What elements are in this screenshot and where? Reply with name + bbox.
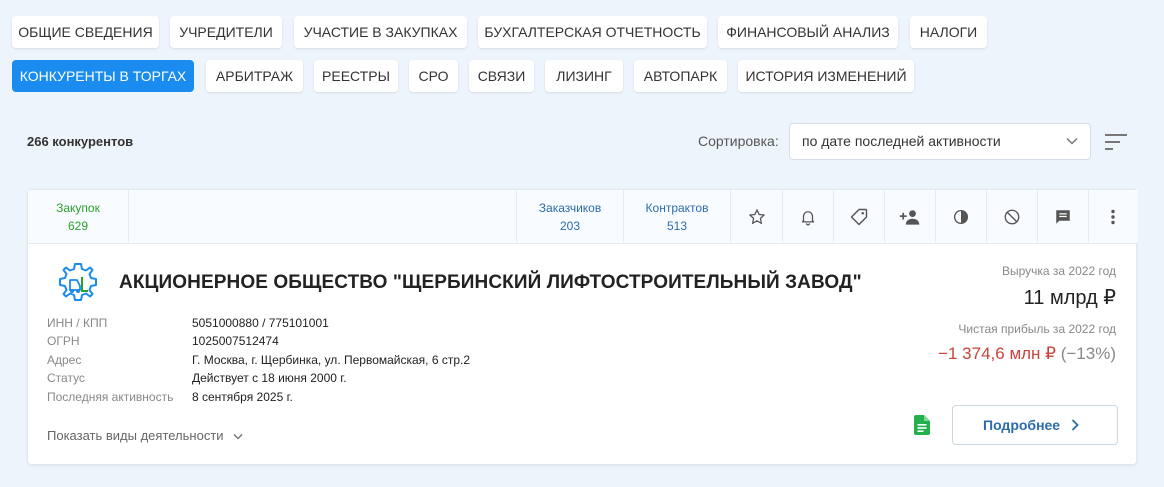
bell-icon xyxy=(801,210,814,225)
block-icon xyxy=(1004,209,1019,224)
tab-financial-analysis[interactable]: ФИНАНСОВЫЙ АНАЛИЗ xyxy=(718,16,898,48)
stat-contracts[interactable]: Контрактов 513 xyxy=(624,190,730,243)
tag-button[interactable] xyxy=(833,190,884,243)
chevron-right-icon xyxy=(1071,419,1079,431)
sort-icon[interactable] xyxy=(1104,132,1128,152)
stat-purchases[interactable]: Закупок 629 xyxy=(28,190,128,243)
divider xyxy=(128,190,129,243)
chevron-down-icon xyxy=(1066,137,1078,145)
tab-taxes[interactable]: НАЛОГИ xyxy=(910,16,987,48)
comment-button[interactable] xyxy=(1037,190,1088,243)
profit-value: −1 374,6 млн ₽ (−13%) xyxy=(938,344,1116,364)
card-header: Закупок 629 Заказчиков 203 Контрактов 51… xyxy=(28,190,1138,244)
document-icon[interactable] xyxy=(914,415,930,435)
detail-value: 8 сентября 2025 г. xyxy=(192,390,293,404)
sort-select[interactable]: по дате последней активности xyxy=(789,123,1091,160)
stat-customers-value: 203 xyxy=(559,219,581,233)
star-icon xyxy=(748,208,765,224)
tab-sro[interactable]: СРО xyxy=(409,60,458,92)
profit-amount: −1 374,6 млн ₽ xyxy=(938,344,1056,363)
tab-arbitration[interactable]: АРБИТРАЖ xyxy=(206,60,303,92)
tab-competitors[interactable]: КОНКУРЕНТЫ В ТОРГАХ xyxy=(12,60,194,92)
detail-value: 1025007512474 xyxy=(192,334,279,348)
more-actions-button[interactable] xyxy=(1088,190,1138,243)
tab-change-history[interactable]: ИСТОРИЯ ИЗМЕНЕНИЙ xyxy=(738,60,914,92)
detail-key: ОГРН xyxy=(47,334,80,348)
add-person-button[interactable] xyxy=(884,190,935,243)
block-button[interactable] xyxy=(986,190,1037,243)
show-activities-label: Показать виды деятельности xyxy=(47,428,224,443)
tab-fleet[interactable]: АВТОПАРК xyxy=(634,60,727,92)
contrast-button[interactable] xyxy=(935,190,986,243)
comment-icon xyxy=(1055,209,1070,224)
sort-label: Сортировка: xyxy=(698,133,779,149)
more-vertical-icon xyxy=(1111,209,1115,224)
stat-customers[interactable]: Заказчиков 203 xyxy=(517,190,623,243)
details-button[interactable]: Подробнее xyxy=(952,405,1118,445)
stat-contracts-label: Контрактов xyxy=(645,201,709,215)
show-activities-toggle[interactable]: Показать виды деятельности xyxy=(47,428,243,443)
profit-label: Чистая прибыль за 2022 год xyxy=(958,322,1116,336)
favorite-button[interactable] xyxy=(731,190,782,243)
detail-value: 5051000880 / 775101001 xyxy=(192,316,329,330)
competitor-card: Закупок 629 Заказчиков 203 Контрактов 51… xyxy=(27,189,1138,465)
tab-founders[interactable]: УЧРЕДИТЕЛИ xyxy=(170,16,282,48)
tab-registries[interactable]: РЕЕСТРЫ xyxy=(314,60,398,92)
revenue-label: Выручка за 2022 год xyxy=(1001,264,1116,278)
chevron-down-icon xyxy=(233,434,243,440)
sort-value: по дате последней активности xyxy=(802,133,1001,149)
competitors-count: 266 конкурентов xyxy=(27,134,134,149)
company-logo-icon xyxy=(59,263,97,301)
stat-customers-label: Заказчиков xyxy=(538,201,602,215)
tab-leasing[interactable]: ЛИЗИНГ xyxy=(545,60,623,92)
profit-percent: (−13%) xyxy=(1060,344,1116,363)
stat-purchases-value: 629 xyxy=(67,219,89,233)
detail-key: Адрес xyxy=(47,353,82,367)
tab-procurement[interactable]: УЧАСТИЕ В ЗАКУПКАХ xyxy=(294,16,467,48)
tab-accounting[interactable]: БУХГАЛТЕРСКАЯ ОТЧЕТНОСТЬ xyxy=(478,16,707,48)
detail-value: Действует с 18 июня 2000 г. xyxy=(192,371,347,385)
detail-key: Последняя активность xyxy=(47,390,174,404)
detail-value: Г. Москва, г. Щербинка, ул. Первомайская… xyxy=(192,353,471,367)
contrast-icon xyxy=(953,209,968,224)
detail-key: ИНН / КПП xyxy=(47,316,108,330)
tag-icon xyxy=(850,208,867,225)
notify-button[interactable] xyxy=(782,190,833,243)
stat-purchases-label: Закупок xyxy=(56,201,100,215)
detail-key: Статус xyxy=(47,371,85,385)
tab-general-info[interactable]: ОБЩИЕ СВЕДЕНИЯ xyxy=(12,16,159,48)
revenue-value: 11 млрд ₽ xyxy=(1023,287,1116,309)
details-button-label: Подробнее xyxy=(983,417,1061,433)
add-person-icon xyxy=(899,209,919,225)
company-name[interactable]: АКЦИОНЕРНОЕ ОБЩЕСТВО "ЩЕРБИНСКИЙ ЛИФТОСТ… xyxy=(119,272,862,294)
tab-connections[interactable]: СВЯЗИ xyxy=(469,60,534,92)
stat-contracts-value: 513 xyxy=(666,219,688,233)
